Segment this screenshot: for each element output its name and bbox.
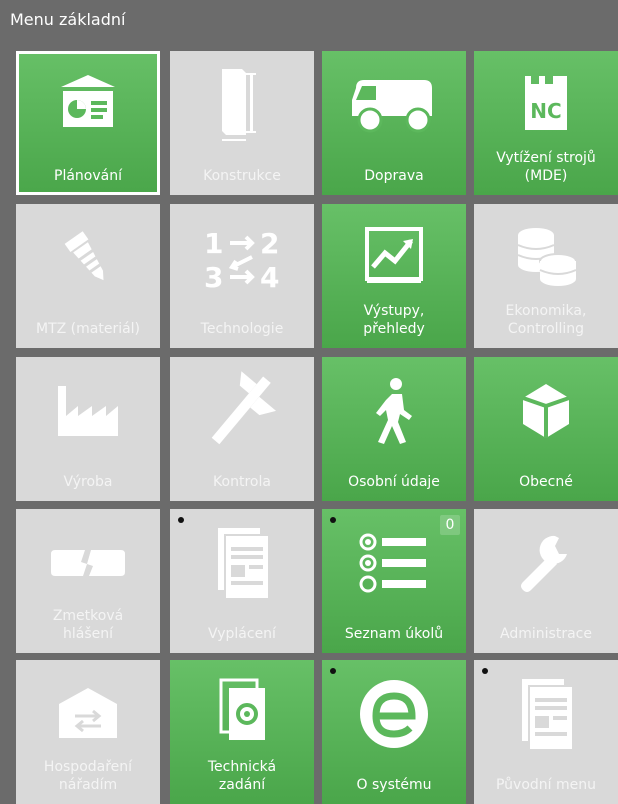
tile-planovani[interactable]: Plánování [16,51,160,195]
presentation-icon [16,69,160,141]
tile-label: Plánování [54,168,122,184]
tile-label: MTZ (materiál) [35,321,141,337]
tile-label: Doprava [364,168,424,184]
tile-seznam-ukolu[interactable]: 0 Seznam úkolů [322,509,466,653]
tile-obecne[interactable]: Obecné [474,357,618,501]
tile-label: Kontrola [213,474,271,490]
tile-ekonomika[interactable]: Ekonomika, Controlling [474,204,618,348]
broken-part-icon [16,527,160,599]
status-dot [330,668,336,674]
tile-technicka-zadani[interactable]: Technická zadání [170,660,314,804]
svg-text:1: 1 [204,227,223,260]
tile-label: Administrace [500,626,592,642]
nc-machine-icon: NC [474,69,618,141]
menu-title: Menu základní [10,10,126,29]
tile-vyroba[interactable]: Výroba [16,357,160,501]
coins-icon [474,222,618,294]
tile-vystupy[interactable]: Výstupy, přehledy [322,204,466,348]
tile-label: Osobní údaje [348,474,440,490]
tile-o-systemu[interactable]: O systému [322,660,466,804]
tile-label: Konstrukce [203,168,281,184]
tile-vytizeni-stroju[interactable]: NC Vytížení strojů (MDE) [474,51,618,195]
tile-zmetkova-hlaseni[interactable]: Zmetková hlášení [16,509,160,653]
svg-text:NC: NC [530,99,561,123]
caliper-icon [170,371,314,447]
tile-label: Výroba [63,474,113,490]
menu-header: Menu základní [0,0,618,44]
tile-doprava[interactable]: Doprava [322,51,466,195]
status-dot [178,517,184,523]
document-icon [170,526,314,600]
tile-label: Výstupy, přehledy [363,303,425,337]
status-dot [330,517,336,523]
svg-text:4: 4 [260,261,279,293]
tile-label: Technická zadání [207,759,277,793]
walking-person-icon [322,375,466,447]
tile-kontrola[interactable]: Kontrola [170,357,314,501]
tile-osobni-udaje[interactable]: Osobní údaje [322,357,466,501]
svg-text:3: 3 [204,261,223,293]
numbers-swap-icon: 1 2 3 4 [170,222,314,294]
tile-label: Ekonomika, Controlling [505,303,587,337]
tile-mtz[interactable]: MTZ (materiál) [16,204,160,348]
chart-icon [322,222,466,294]
task-list-icon [322,527,466,599]
svg-text:2: 2 [260,227,279,260]
tile-label: Vytížení strojů (MDE) [496,150,596,184]
tile-puvodni-menu[interactable]: Původní menu [474,660,618,804]
screw-icon [16,222,160,294]
tile-label: Původní menu [495,777,597,793]
van-icon [322,69,466,141]
factory-icon [16,375,160,447]
tile-administrace[interactable]: Administrace [474,509,618,653]
tile-technologie[interactable]: 1 2 3 4 Technologie [170,204,314,348]
dimension-icon [170,69,314,141]
tile-label: Technologie [200,321,284,337]
tile-label: Zmetková hlášení [52,608,124,642]
tile-label: Obecné [519,474,573,490]
tile-konstrukce[interactable]: Konstrukce [170,51,314,195]
tile-hospodareni-naradim[interactable]: Hospodaření nářadím [16,660,160,804]
tech-document-icon [170,678,314,750]
tile-label: O systému [356,777,432,793]
document-icon [474,677,618,751]
tool-warehouse-icon [16,678,160,750]
tile-label: Hospodaření nářadím [43,759,133,793]
status-dot [482,668,488,674]
wrench-icon [474,527,618,599]
tile-vyplaceni[interactable]: Vyplácení [170,509,314,653]
cube-icon [474,375,618,447]
tile-label: Vyplácení [208,626,276,642]
tile-label: Seznam úkolů [344,626,444,642]
e-logo-icon [322,678,466,750]
